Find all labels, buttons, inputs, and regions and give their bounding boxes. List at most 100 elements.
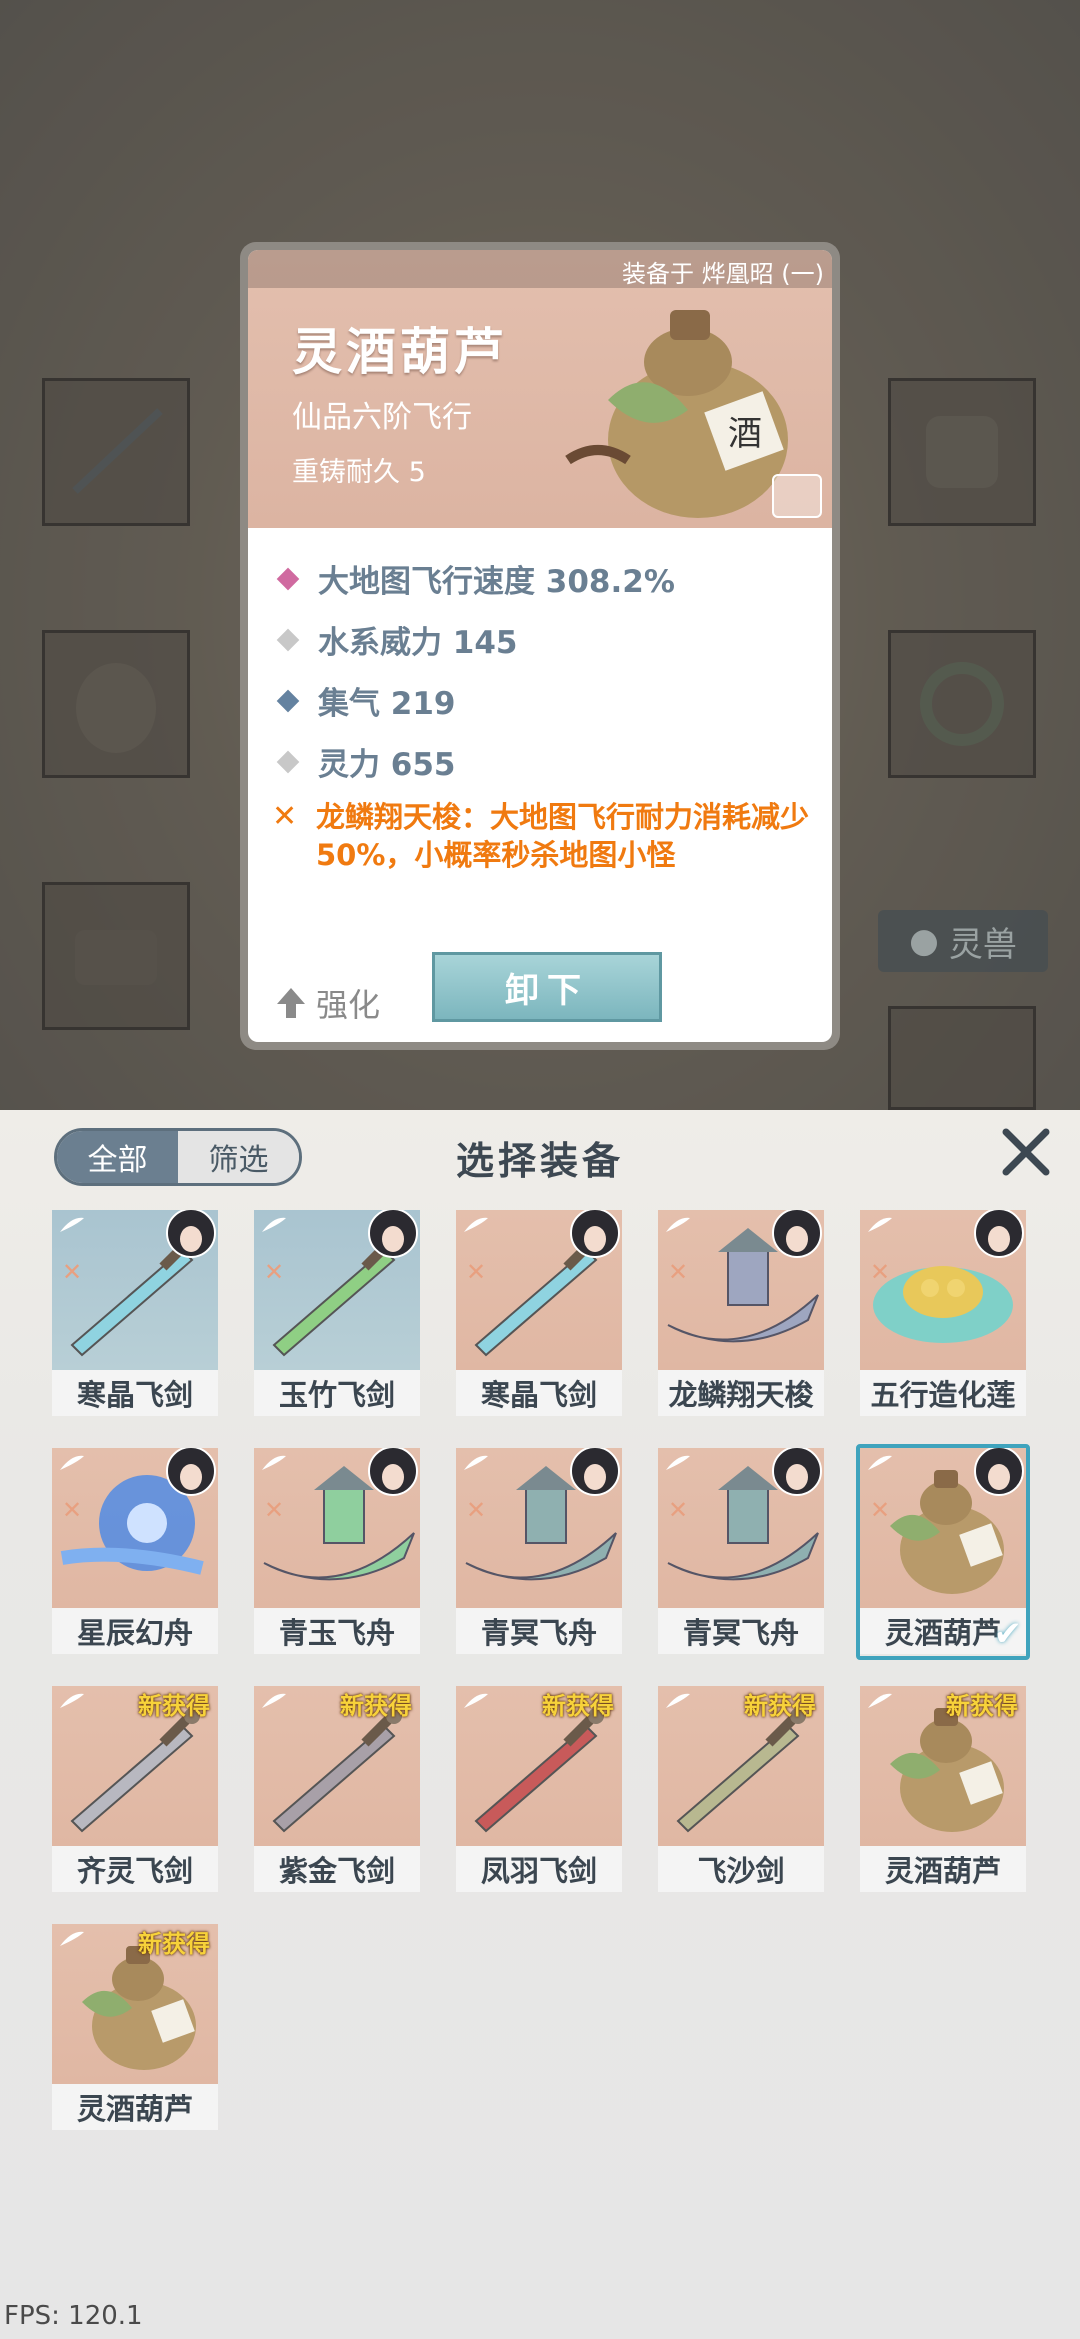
- equipment-item[interactable]: ✕ 寒晶飞剑: [52, 1210, 218, 1418]
- wing-icon: [462, 1692, 490, 1710]
- equipment-item[interactable]: ✕ 青冥飞舟: [456, 1448, 622, 1656]
- equipped-on-text: 装备于 烨凰昭 (一): [622, 260, 824, 288]
- stat-row: 灵力 655: [272, 731, 820, 792]
- equipment-name: 灵酒葫芦: [860, 1846, 1026, 1892]
- close-icon[interactable]: [998, 1124, 1054, 1180]
- item-stats: 大地图飞行速度 308.2% 水系威力 145 集气 219 灵力 655 ✕ …: [272, 548, 820, 874]
- equipment-name: 玉竹飞剑: [254, 1370, 420, 1416]
- equipment-name: 青冥飞舟: [658, 1608, 824, 1654]
- item-name: 灵酒葫芦: [292, 323, 508, 381]
- paw-icon: ●: [909, 921, 939, 961]
- character-portrait-avatar: [570, 1210, 620, 1258]
- share-button[interactable]: [772, 474, 822, 518]
- character-portrait-avatar: [166, 1210, 216, 1258]
- equipment-item[interactable]: 新获得齐灵飞剑: [52, 1686, 218, 1894]
- enhance-button[interactable]: 强化: [276, 980, 380, 1026]
- panel-title: 选择装备: [455, 1139, 624, 1183]
- enhance-label: 强化: [316, 986, 381, 1024]
- skill-mark-icon: ✕: [62, 1258, 83, 1286]
- skill-mark-icon: ✕: [264, 1496, 285, 1524]
- skill-mark-icon: ✕: [870, 1496, 891, 1524]
- equipment-name: 寒晶飞剑: [52, 1370, 218, 1416]
- stat-row: 大地图飞行速度 308.2%: [272, 548, 820, 609]
- wing-icon: [866, 1216, 894, 1234]
- stat-text: 大地图飞行速度 308.2%: [318, 564, 675, 600]
- skill-mark-icon: ✕: [62, 1496, 83, 1524]
- equipment-name: 青玉飞舟: [254, 1608, 420, 1654]
- character-portrait-avatar: [974, 1448, 1024, 1496]
- equipment-tile: ✕: [254, 1210, 420, 1370]
- wing-icon: [664, 1454, 692, 1472]
- equipment-name: 寒晶飞剑: [456, 1370, 622, 1416]
- equipment-tile: ✕: [658, 1210, 824, 1370]
- equipment-item[interactable]: ✕ 星辰幻舟: [52, 1448, 218, 1656]
- stat-text: 灵力 655: [318, 747, 456, 783]
- wing-icon: [260, 1216, 288, 1234]
- equipment-item[interactable]: 新获得 飞沙剑: [658, 1686, 824, 1894]
- fps-counter: FPS: 120.1: [4, 2301, 143, 2331]
- item-detail-header: 装备于 烨凰昭 (一) 灵酒葫芦 仙品六阶飞行 重铸耐久 5 酒: [248, 250, 832, 528]
- character-portrait-avatar: [368, 1448, 418, 1496]
- item-grade: 仙品六阶飞行: [292, 400, 472, 435]
- new-badge: 新获得: [946, 1692, 1018, 1720]
- skill-row: ✕ 龙鳞翔天梭：大地图飞行耐力消耗减少50%，小概率秒杀地图小怪: [272, 798, 820, 874]
- equipment-tile: 新获得: [254, 1686, 420, 1846]
- character-portrait-avatar: [368, 1210, 418, 1258]
- character-portrait-avatar: [974, 1210, 1024, 1258]
- stat-row: 水系威力 145: [272, 609, 820, 670]
- selected-check-icon: ✔: [993, 1614, 1023, 1654]
- equipment-name: 龙鳞翔天梭: [658, 1370, 824, 1416]
- character-portrait-avatar: [166, 1448, 216, 1496]
- new-badge: 新获得: [542, 1692, 614, 1720]
- equipment-tile: ✕: [52, 1210, 218, 1370]
- equipment-item[interactable]: 新获得 紫金飞剑: [254, 1686, 420, 1894]
- equipment-item[interactable]: ✕ 龙鳞翔天梭: [658, 1210, 824, 1418]
- spirit-beast-tab[interactable]: ● 灵兽: [878, 910, 1048, 972]
- skill-mark-icon: ✕: [466, 1496, 487, 1524]
- equipment-item[interactable]: 新获得 灵酒葫芦: [52, 1924, 218, 2132]
- equipment-tile: ✕: [658, 1448, 824, 1608]
- stat-diamond-icon: [276, 689, 300, 712]
- wing-icon: [664, 1216, 692, 1234]
- equipment-tile: 新获得: [860, 1686, 1026, 1846]
- wing-icon: [58, 1454, 86, 1472]
- spirit-beast-tab-label: 灵兽: [948, 924, 1017, 965]
- item-durability: 重铸耐久 5: [292, 457, 426, 488]
- stat-text: 水系威力 145: [318, 625, 518, 661]
- stat-row: 集气 219: [272, 670, 820, 731]
- equipment-name: 青冥飞舟: [456, 1608, 622, 1654]
- equipment-name: 五行造化莲: [860, 1370, 1026, 1416]
- equipment-tile: ✕: [52, 1448, 218, 1608]
- skill-icon: ✕: [272, 799, 298, 834]
- character-portrait-avatar: [772, 1210, 822, 1258]
- new-badge: 新获得: [138, 1692, 210, 1720]
- stat-text: 集气 219: [318, 686, 456, 722]
- equipment-name: 凤羽飞剑: [456, 1846, 622, 1892]
- equipment-tile: ✕: [254, 1448, 420, 1608]
- equipment-tile: 新获得: [52, 1686, 218, 1846]
- equipment-name: 星辰幻舟: [52, 1608, 218, 1654]
- wing-icon: [58, 1692, 86, 1710]
- equipment-tile: 新获得: [658, 1686, 824, 1846]
- equipment-item[interactable]: ✕ 青玉飞舟: [254, 1448, 420, 1656]
- equipment-item[interactable]: ✕ 五行造化莲: [860, 1210, 1026, 1418]
- equipment-item[interactable]: ✕ 玉竹飞剑: [254, 1210, 420, 1418]
- unequip-button[interactable]: 卸下: [432, 952, 662, 1022]
- skill-mark-icon: ✕: [264, 1258, 285, 1286]
- new-badge: 新获得: [340, 1692, 412, 1720]
- equipment-name: 飞沙剑: [658, 1846, 824, 1892]
- equipment-item[interactable]: ✕ 青冥飞舟: [658, 1448, 824, 1656]
- equipment-item[interactable]: ✕ 寒晶飞剑: [456, 1210, 622, 1418]
- equipment-name: 齐灵飞剑: [52, 1846, 218, 1892]
- wing-icon: [866, 1692, 894, 1710]
- stat-diamond-icon: [276, 628, 300, 651]
- equipment-item[interactable]: 新获得灵酒葫芦: [860, 1686, 1026, 1894]
- wing-icon: [664, 1692, 692, 1710]
- skill-mark-icon: ✕: [668, 1496, 689, 1524]
- equipment-item[interactable]: 新获得凤羽飞剑: [456, 1686, 622, 1894]
- equipment-item[interactable]: ✕ 灵酒葫芦 ✔: [856, 1444, 1030, 1660]
- wing-icon: [58, 1930, 86, 1948]
- equipment-tile: ✕: [456, 1448, 622, 1608]
- character-portrait-avatar: [772, 1448, 822, 1496]
- skill-text: 龙鳞翔天梭：大地图飞行耐力消耗减少50%，小概率秒杀地图小怪: [316, 800, 810, 872]
